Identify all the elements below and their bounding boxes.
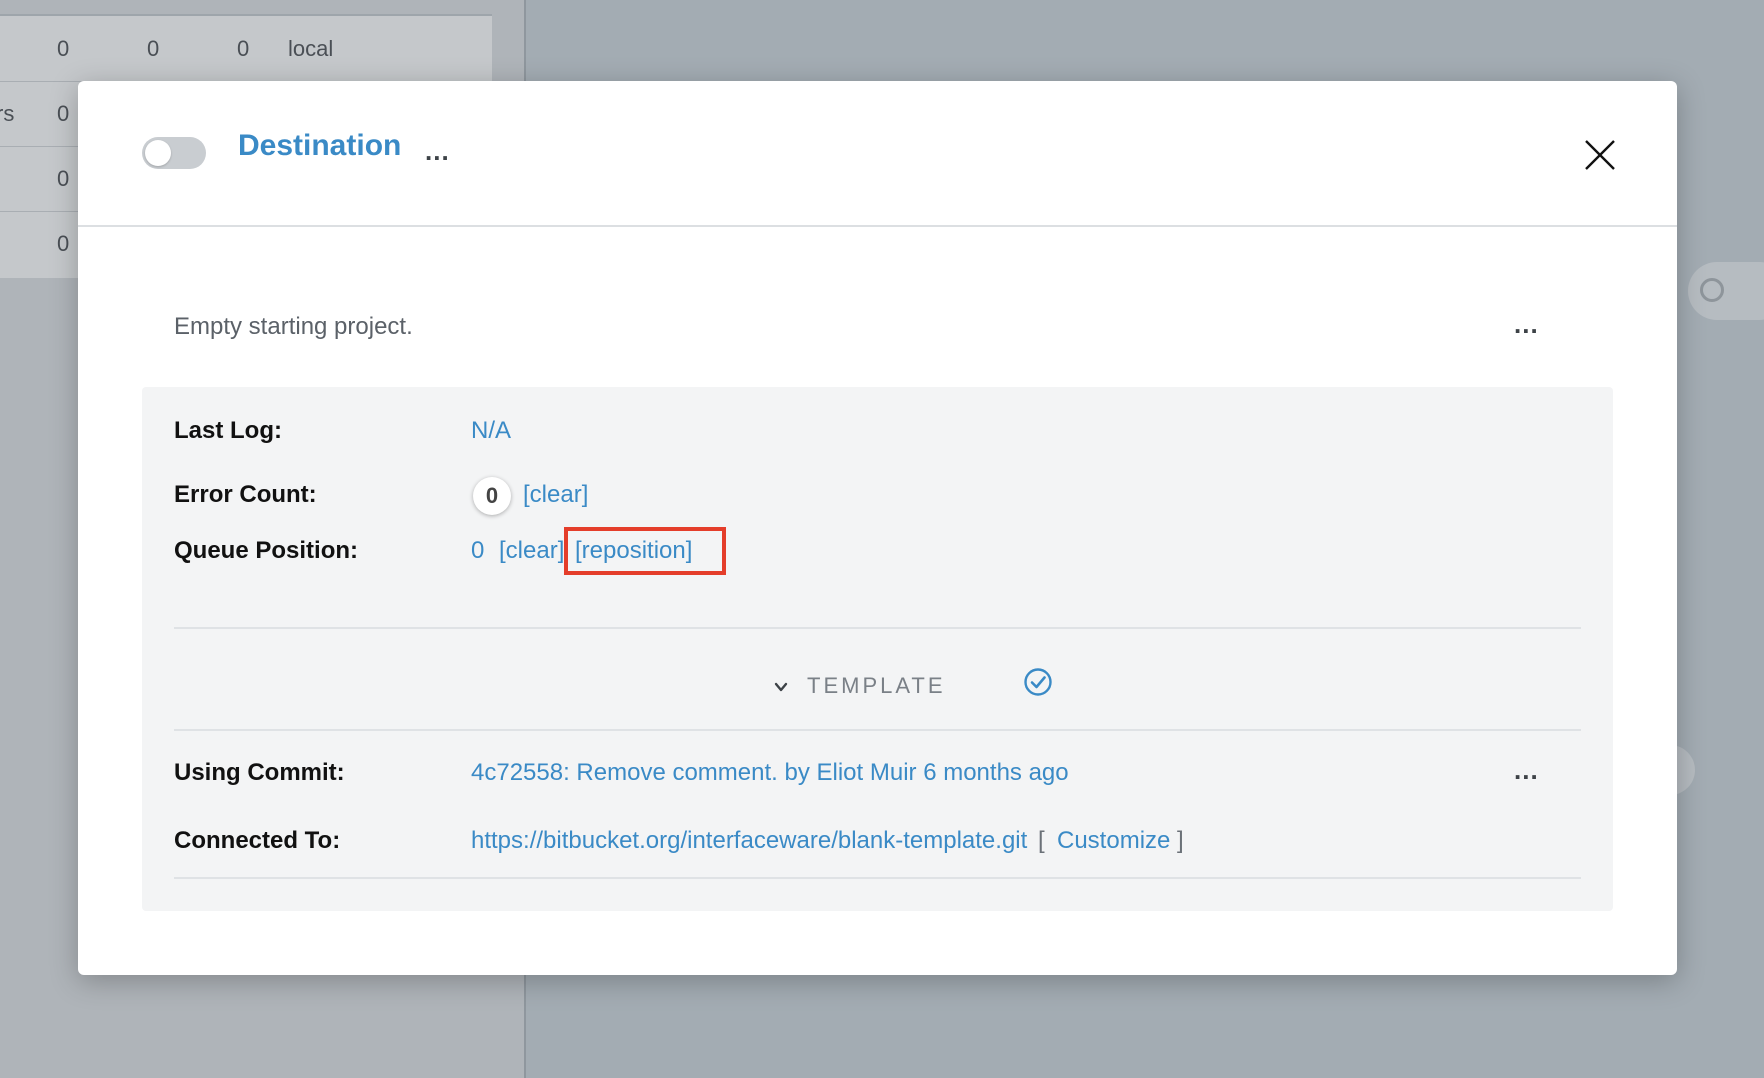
using-commit-label: Using Commit: <box>174 759 345 786</box>
template-section-toggle[interactable]: TEMPLATE <box>807 673 946 699</box>
table-cell: 0 <box>57 166 70 191</box>
table-cell: 0 <box>57 231 70 256</box>
repository-url-link[interactable]: https://bitbucket.org/interfaceware/blan… <box>471 827 1027 855</box>
check-circle-icon <box>1024 668 1052 696</box>
error-count-label: Error Count: <box>174 481 317 508</box>
clear-errors-link[interactable]: [clear] <box>523 481 588 509</box>
table-cell: rs <box>0 101 15 126</box>
table-cell: 0 <box>57 36 70 61</box>
commit-menu-button[interactable]: ... <box>1514 757 1539 783</box>
clear-queue-link[interactable]: [clear] <box>499 537 564 565</box>
highlight-box <box>564 527 726 575</box>
commit-link[interactable]: 4c72558: Remove comment. by Eliot Muir 6… <box>471 759 1069 787</box>
table-cell: 0 <box>237 36 250 61</box>
toggle-knob <box>145 140 171 166</box>
description-menu-button[interactable]: ... <box>1514 311 1539 337</box>
details-panel: Last Log: N/A Error Count: 0 [clear] Que… <box>142 387 1613 911</box>
customize-bracket-close: ] <box>1177 827 1184 854</box>
divider <box>174 627 1581 629</box>
last-log-link[interactable]: N/A <box>471 417 511 445</box>
close-button[interactable] <box>1578 133 1622 177</box>
customize-link[interactable]: Customize <box>1057 827 1170 855</box>
last-log-label: Last Log: <box>174 417 282 444</box>
modal-header: Destination ... <box>78 81 1677 227</box>
enable-toggle[interactable] <box>142 137 206 169</box>
queue-position-value: 0 <box>471 537 485 564</box>
project-description: Empty starting project. <box>174 313 413 340</box>
queue-position-label: Queue Position: <box>174 537 359 564</box>
table-cell: local <box>288 36 334 61</box>
connected-to-label: Connected To: <box>174 827 341 854</box>
customize-bracket-open: [ <box>1038 827 1045 854</box>
destination-modal: Destination ... Empty starting project. … <box>78 81 1677 975</box>
title-menu-button[interactable]: ... <box>425 138 450 164</box>
chevron-down-icon[interactable] <box>772 678 790 696</box>
close-icon <box>1585 140 1615 170</box>
divider <box>174 729 1581 731</box>
table-row: 0 0 0 local <box>0 16 492 82</box>
table-cell: 0 <box>147 36 160 61</box>
error-count-badge: 0 <box>473 477 511 515</box>
background-toggle-knob <box>1700 278 1724 302</box>
table-cell: 0 <box>57 101 70 126</box>
divider <box>174 877 1581 879</box>
modal-title[interactable]: Destination <box>238 129 401 163</box>
